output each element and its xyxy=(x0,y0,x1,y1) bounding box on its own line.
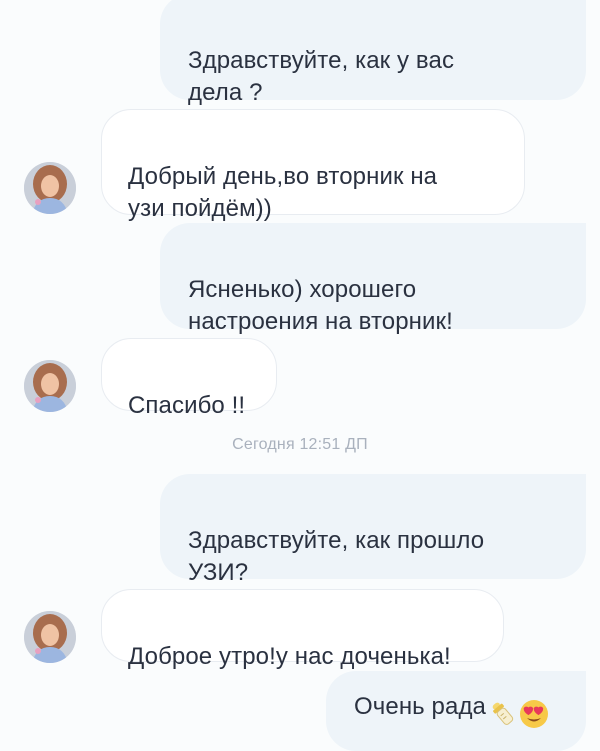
message-outgoing[interactable]: Ясненько) хорошего настроения на вторник… xyxy=(160,223,586,335)
avatar-photo-icon xyxy=(24,360,76,412)
message-text: Доброе утро!у нас доченька! xyxy=(128,643,451,670)
message-text: Здравствуйте, как у вас дела ? xyxy=(188,47,455,106)
message-outgoing[interactable]: Здравствуйте, как прошло УЗИ? xyxy=(160,474,586,586)
message-incoming[interactable]: Добрый день,во вторник на узи пойдём)) xyxy=(101,109,525,222)
date-separator: Сегодня 12:51 ДП xyxy=(232,436,368,453)
heart-eyes-face-icon xyxy=(520,699,548,728)
baby-bottle-icon xyxy=(492,702,514,725)
message-outgoing[interactable]: Здравствуйте, как у вас дела ? xyxy=(160,0,586,106)
message-incoming[interactable]: Доброе утро!у нас доченька! xyxy=(101,589,504,670)
message-outgoing[interactable]: Очень рада xyxy=(326,671,586,751)
avatar-photo-icon xyxy=(24,162,76,214)
message-text: Добрый день,во вторник на узи пойдём)) xyxy=(128,163,438,222)
message-text: Здравствуйте, как прошло УЗИ? xyxy=(188,527,485,586)
contact-avatar[interactable] xyxy=(24,360,76,412)
avatar-photo-icon xyxy=(24,611,76,663)
emoji-group xyxy=(488,697,550,730)
message-incoming[interactable]: Спасибо !! xyxy=(101,338,277,419)
message-text: Очень рада xyxy=(354,693,486,720)
contact-avatar[interactable] xyxy=(24,611,76,663)
contact-avatar[interactable] xyxy=(24,162,76,214)
message-text: Спасибо !! xyxy=(128,392,246,419)
message-text: Ясненько) хорошего настроения на вторник… xyxy=(188,276,453,335)
